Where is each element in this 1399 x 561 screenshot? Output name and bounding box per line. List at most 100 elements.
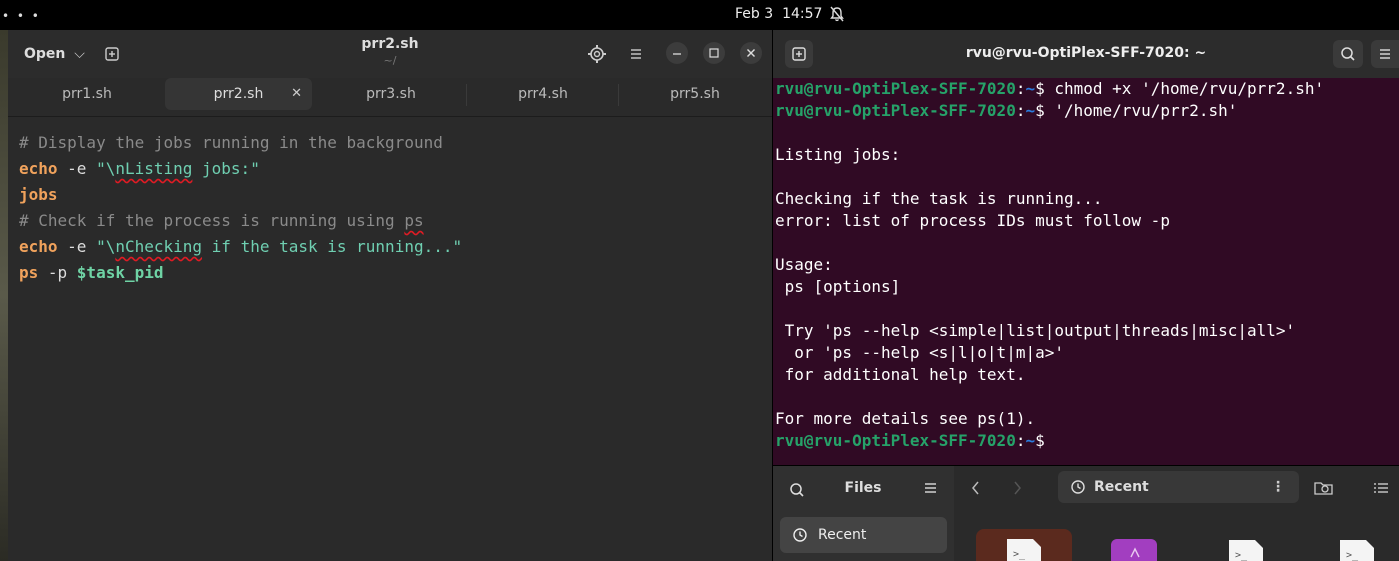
terminal-line: or 'ps --help <s|l|o|t|m|a>' (775, 343, 1064, 362)
maximize-icon (709, 48, 719, 58)
document-title: prr2.sh (361, 36, 419, 52)
prompt-user-host: rvu@rvu-OptiPlex-SFF-7020 (775, 79, 1016, 98)
open-button[interactable]: Open ⌵ (16, 40, 93, 68)
code-keyword: echo (19, 159, 58, 178)
svg-text:>_: >_ (1235, 550, 1248, 561)
terminal-line: For more details see ps(1). (775, 409, 1036, 428)
clock[interactable]: Feb 3 14:57 (735, 6, 822, 22)
minimize-button[interactable] (666, 42, 688, 64)
code-keyword: jobs (19, 185, 58, 204)
location-label: Recent (1094, 479, 1149, 495)
terminal-title: rvu@rvu-OptiPlex-SFF-7020: ~ (965, 45, 1207, 61)
close-icon (747, 49, 755, 57)
file-item[interactable]: >_ (1338, 538, 1376, 561)
code-flag: -p (38, 263, 77, 282)
files-window: Files Recent Recent ⋮ >_ >_ >_ (773, 466, 1399, 561)
code-string: if the task is running..." (202, 237, 463, 256)
tab-prr4[interactable]: prr4.sh (470, 78, 616, 110)
terminal-command: chmod +x '/home/rvu/prr2.sh' (1054, 79, 1325, 98)
script-file-icon: >_ (1340, 540, 1374, 561)
terminal-line: Listing jobs: (775, 145, 901, 164)
new-document-button[interactable] (98, 40, 126, 68)
clock-date: Feb 3 (735, 6, 774, 22)
tab-prr1[interactable]: prr1.sh (18, 78, 156, 110)
maximize-button[interactable] (703, 42, 725, 64)
terminal-command: '/home/rvu/prr2.sh' (1054, 101, 1238, 120)
tab-label: prr2.sh (213, 86, 264, 102)
search-icon (1341, 47, 1355, 61)
tab-prr3[interactable]: prr3.sh (318, 78, 464, 110)
code-string: "\ (96, 159, 116, 178)
open-button-label: Open (24, 46, 66, 62)
list-view-icon[interactable] (1371, 478, 1391, 498)
tab-separator (618, 84, 619, 106)
tab-prr2[interactable]: prr2.sh ✕ (165, 78, 312, 110)
code-string-misspelled: nListing (115, 159, 193, 178)
prompt-path: ~ (1025, 79, 1036, 98)
close-window-button[interactable] (740, 42, 762, 64)
terminal-line: ps [options] (775, 277, 901, 296)
document-tabs: prr1.sh prr2.sh ✕ prr3.sh prr4.sh prr5.sh (8, 78, 772, 117)
editor-headerbar: Open ⌵ prr2.sh ~/ (8, 30, 772, 78)
terminal-line: rvu@rvu-OptiPlex-SFF-7020:~$ chmod +x '/… (775, 79, 1325, 98)
terminal-line: error: list of process IDs must follow -… (775, 211, 1170, 230)
terminal-line: Checking if the task is running... (775, 189, 1103, 208)
gear-icon (588, 45, 606, 63)
terminal-line: rvu@rvu-OptiPlex-SFF-7020:~$ '/home/rvu/… (775, 101, 1238, 120)
search-folder-icon[interactable] (1313, 478, 1335, 498)
close-tab-icon[interactable]: ✕ (291, 78, 302, 110)
code-string: "\ (96, 237, 116, 256)
terminal-headerbar: rvu@rvu-OptiPlex-SFF-7020: ~ (773, 30, 1399, 78)
code-keyword: echo (19, 237, 58, 256)
prompt-path: ~ (1025, 101, 1036, 120)
clock-time: 14:57 (782, 6, 823, 22)
file-item-selected[interactable]: >_ (976, 529, 1072, 561)
terminal-search-button[interactable] (1333, 40, 1363, 68)
terminal-output[interactable]: rvu@rvu-OptiPlex-SFF-7020:~$ chmod +x '/… (775, 78, 1324, 452)
image-file-icon (1130, 547, 1140, 558)
main-menu-button[interactable] (622, 40, 650, 68)
text-editor-window: Open ⌵ prr2.sh ~/ prr1.sh prr2.sh ✕ prr3.… (8, 30, 772, 561)
back-arrow-icon[interactable] (968, 478, 984, 498)
code-comment: # Display the jobs running in the backgr… (19, 133, 443, 152)
code-line: echo -e "\nListing jobs:" (19, 156, 462, 182)
forward-arrow-icon[interactable] (1009, 478, 1025, 498)
notifications-muted-icon[interactable] (830, 6, 844, 22)
more-options-icon[interactable]: ⋮ (1271, 471, 1285, 503)
tab-label: prr4.sh (518, 86, 568, 102)
code-editor-text[interactable]: # Display the jobs running in the backgr… (19, 130, 462, 286)
file-item[interactable] (1111, 539, 1157, 561)
settings-button[interactable] (583, 40, 611, 68)
prompt-user-host: rvu@rvu-OptiPlex-SFF-7020 (775, 101, 1016, 120)
activities-dots[interactable]: • • • (2, 9, 41, 23)
script-file-icon: >_ (1229, 540, 1263, 561)
terminal-window: rvu@rvu-OptiPlex-SFF-7020: ~ rvu@rvu-Opt… (773, 30, 1399, 465)
sidebar-item-label: Recent (818, 527, 867, 543)
tab-separator (466, 84, 467, 106)
tab-prr5[interactable]: prr5.sh (622, 78, 768, 110)
document-path: ~/ (383, 54, 397, 67)
search-icon[interactable] (787, 480, 807, 500)
code-flag: -e (57, 159, 97, 178)
code-comment: # Check if the process is running using (19, 211, 405, 230)
code-line: # Check if the process is running using … (19, 208, 462, 234)
hamburger-menu-icon[interactable] (921, 478, 941, 498)
files-title: Files (844, 480, 882, 496)
terminal-menu-button[interactable] (1371, 40, 1399, 68)
code-flag: -e (57, 237, 97, 256)
hamburger-menu-icon (631, 49, 641, 59)
terminal-line: Try 'ps --help <simple|list|output|threa… (775, 321, 1296, 340)
file-item[interactable]: >_ (1227, 538, 1265, 561)
chevron-down-icon: ⌵ (74, 46, 85, 62)
terminal-line: rvu@rvu-OptiPlex-SFF-7020:~$ (775, 431, 1055, 450)
new-tab-icon (105, 47, 119, 61)
clock-icon (793, 528, 807, 542)
code-string: jobs:" (192, 159, 260, 178)
prompt-path: ~ (1025, 431, 1036, 450)
terminal-line: Usage: (775, 255, 833, 274)
sidebar-item-recent[interactable]: Recent (780, 517, 947, 553)
location-bar[interactable]: Recent ⋮ (1058, 471, 1299, 503)
